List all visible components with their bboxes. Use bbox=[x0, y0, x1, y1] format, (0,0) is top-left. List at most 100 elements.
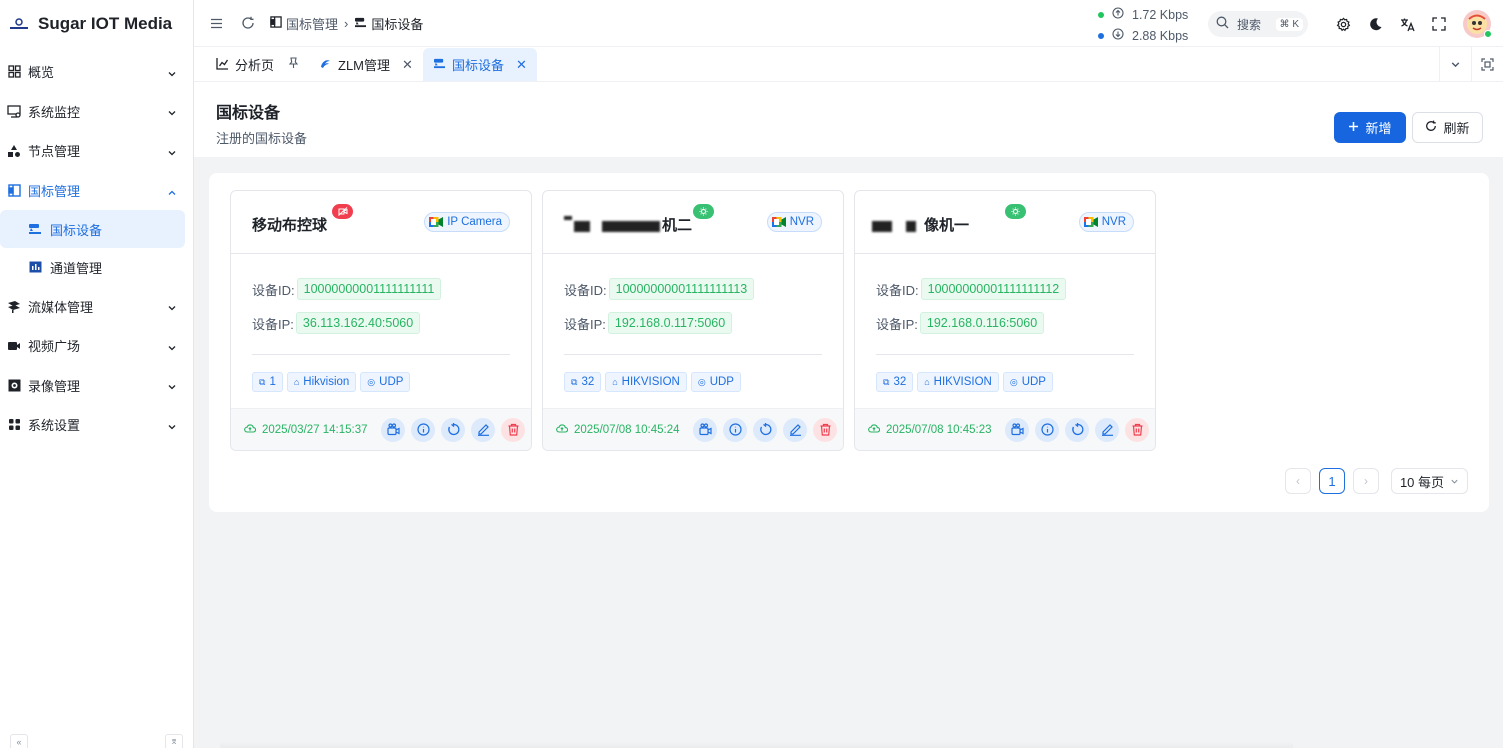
avatar[interactable] bbox=[1463, 10, 1492, 38]
sidebar-item-nodes[interactable]: 节点管理 bbox=[0, 131, 193, 171]
delete-button[interactable] bbox=[501, 417, 525, 442]
menu-toggle-icon[interactable] bbox=[208, 15, 224, 31]
collapse-sidebar-button[interactable]: « bbox=[10, 734, 28, 748]
sidebar-item-label: 视频广场 bbox=[28, 339, 81, 355]
card-header: 像机一 NVR bbox=[855, 191, 1155, 254]
sidebar-subitem-label: 国标设备 bbox=[50, 222, 103, 238]
time-value: 2025/03/27 14:15:37 bbox=[262, 423, 368, 436]
sidebar-item-overview[interactable]: 概览 bbox=[0, 52, 193, 92]
sidebar-item-streaming[interactable]: 流媒体管理 bbox=[0, 286, 193, 326]
chevron-down-icon bbox=[167, 380, 177, 390]
sync-button[interactable] bbox=[1065, 417, 1089, 442]
moon-icon[interactable] bbox=[1367, 16, 1383, 32]
device-id-row: 设备ID: 10000000001111111112 bbox=[876, 272, 1134, 306]
sidebar-subitem-gb-devices[interactable]: 国标设备 bbox=[0, 210, 185, 249]
breadcrumb-label: 国标管理 bbox=[286, 16, 339, 32]
tab-analytics[interactable]: 分析页 bbox=[206, 48, 309, 81]
last-online-time: 2025/07/08 10:45:24 bbox=[556, 423, 693, 436]
video-camera-button[interactable] bbox=[693, 417, 717, 442]
sidebar-item-settings[interactable]: 系统设置 bbox=[0, 405, 193, 445]
page-size-select[interactable]: 10 每页 bbox=[1391, 468, 1468, 494]
card-header: 移动布控球 IP Camera bbox=[231, 191, 531, 254]
device-name: 移动布控球 bbox=[252, 217, 328, 234]
page-number-button[interactable]: 1 bbox=[1319, 468, 1345, 494]
device-card[interactable]: 机二 NVR 设备ID: 10000000001111111113 设备IP: … bbox=[542, 190, 844, 451]
sidebar-item-monitor[interactable]: 系统监控 bbox=[0, 92, 193, 132]
tab-zlm[interactable]: ZLM管理 ✕ bbox=[309, 48, 423, 81]
device-card[interactable]: 移动布控球 IP Camera 设备ID: 100000000011111111… bbox=[230, 190, 532, 451]
redacted-text bbox=[906, 220, 916, 232]
pin-icon[interactable] bbox=[288, 57, 299, 72]
prev-page-button[interactable]: ‹ bbox=[1285, 468, 1311, 494]
maximize-icon[interactable] bbox=[1471, 47, 1503, 81]
vendor-tag: ⌂ HIKVISION bbox=[605, 372, 687, 392]
divider bbox=[252, 354, 510, 355]
device-ip-value: 36.113.162.40:5060 bbox=[295, 312, 421, 334]
device-id-value: 10000000001111111111 bbox=[296, 278, 442, 300]
info-button[interactable] bbox=[411, 417, 435, 442]
info-button[interactable] bbox=[1035, 417, 1059, 442]
channel-count-tag: ⧉ 32 bbox=[564, 372, 602, 392]
breadcrumb-label: 国标设备 bbox=[371, 16, 424, 32]
device-ip-label: 设备IP: bbox=[564, 316, 606, 332]
top-header: 国标管理 › 国标设备 1.72 Kbps 2.88 Kbps 搜索 ⌘ K bbox=[194, 0, 1503, 47]
target-icon: ◎ bbox=[1009, 376, 1018, 387]
chevron-down-icon[interactable] bbox=[1439, 47, 1471, 81]
device-name-text: 像机一 bbox=[924, 217, 970, 234]
last-online-time: 2025/07/08 10:45:23 bbox=[868, 423, 1005, 436]
settings-grid-icon bbox=[7, 418, 21, 432]
chevron-down-icon bbox=[167, 146, 177, 156]
transport-name: UDP bbox=[709, 376, 734, 388]
online-indicator bbox=[1484, 30, 1492, 38]
sidebar-item-video-plaza[interactable]: 视频广场 bbox=[0, 326, 193, 366]
video-icon bbox=[7, 339, 21, 353]
transport-tag: ◎ UDP bbox=[360, 372, 411, 392]
edit-button[interactable] bbox=[1095, 417, 1119, 442]
sidebar-item-label: 流媒体管理 bbox=[28, 299, 94, 315]
tab-gb-devices[interactable]: 国标设备 ✕ bbox=[422, 48, 537, 81]
sidebar-item-gb-management[interactable]: 国标管理 bbox=[0, 171, 193, 211]
reload-icon[interactable] bbox=[240, 15, 256, 31]
device-card[interactable]: 像机一 NVR 设备ID: 10000000001111111112 设备IP:… bbox=[854, 190, 1156, 451]
page-subtitle: 注册的国标设备 bbox=[216, 131, 308, 146]
channel-count-tag: ⧉ 32 bbox=[876, 372, 914, 392]
device-panel: 移动布控球 IP Camera 设备ID: 100000000011111111… bbox=[209, 173, 1489, 512]
breadcrumb-separator-icon: › bbox=[344, 15, 349, 31]
camera-color-icon bbox=[1083, 217, 1098, 227]
edit-button[interactable] bbox=[783, 417, 807, 442]
time-value: 2025/07/08 10:45:23 bbox=[886, 423, 992, 436]
add-button[interactable]: 新增 bbox=[1334, 112, 1406, 143]
info-button[interactable] bbox=[723, 417, 747, 442]
close-icon[interactable]: ✕ bbox=[516, 57, 527, 73]
gear-icon[interactable] bbox=[1335, 16, 1351, 32]
card-actions bbox=[1005, 417, 1149, 442]
video-camera-button[interactable] bbox=[1005, 417, 1029, 442]
search-box[interactable]: 搜索 ⌘ K bbox=[1208, 11, 1308, 37]
sidebar-subitem-channels[interactable]: 通道管理 bbox=[0, 248, 185, 286]
breadcrumb-item[interactable]: 国标管理 bbox=[270, 14, 338, 33]
channel-count-tag: ⧉ 1 bbox=[252, 372, 283, 392]
transport-tag: ◎ UDP bbox=[690, 372, 741, 392]
sync-button[interactable] bbox=[753, 417, 777, 442]
sidebar-item-recordings[interactable]: 录像管理 bbox=[0, 366, 193, 406]
search-icon bbox=[1216, 16, 1229, 32]
edit-button[interactable] bbox=[471, 417, 495, 442]
video-camera-button[interactable] bbox=[381, 417, 405, 442]
sidebar-subitem-label: 通道管理 bbox=[50, 260, 103, 276]
tab-label: ZLM管理 bbox=[338, 58, 391, 73]
redacted-text bbox=[602, 220, 660, 232]
device-id-label: 设备ID: bbox=[564, 282, 607, 298]
pin-sidebar-button[interactable]: ⌆ bbox=[165, 734, 183, 748]
card-body: 设备ID: 10000000001111111113 设备IP: 192.168… bbox=[543, 254, 843, 392]
refresh-button[interactable]: 刷新 bbox=[1412, 112, 1483, 143]
device-ip-label: 设备IP: bbox=[876, 316, 918, 332]
delete-button[interactable] bbox=[813, 417, 837, 442]
network-speed: 1.72 Kbps 2.88 Kbps bbox=[1098, 4, 1188, 46]
next-page-button[interactable]: › bbox=[1353, 468, 1379, 494]
translate-icon[interactable] bbox=[1399, 16, 1415, 32]
delete-button[interactable] bbox=[1125, 417, 1149, 442]
close-icon[interactable]: ✕ bbox=[402, 57, 413, 73]
sync-button[interactable] bbox=[441, 417, 465, 442]
fullscreen-icon[interactable] bbox=[1431, 16, 1447, 32]
device-type-badge: NVR bbox=[1078, 212, 1134, 232]
